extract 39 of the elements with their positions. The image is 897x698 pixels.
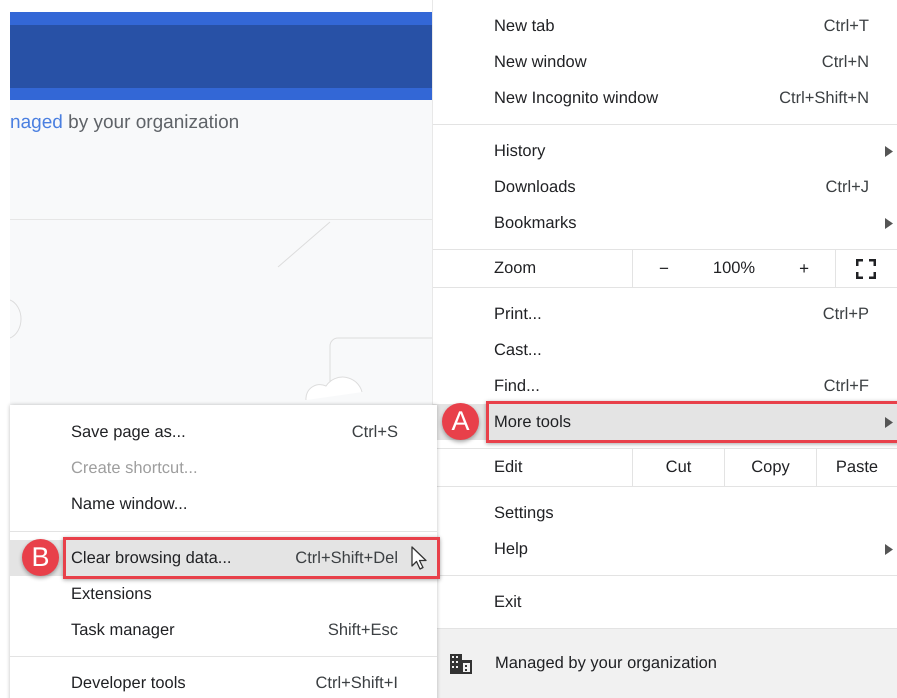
menu-item[interactable]: Cast... (433, 332, 897, 368)
menu-item[interactable]: A More tools (433, 404, 897, 440)
shortcut-text: Ctrl+T (824, 16, 869, 36)
shortcut-text: Ctrl+S (352, 422, 398, 442)
menu-item[interactable]: New Incognito window Ctrl+Shift+N (433, 80, 897, 116)
shortcut-text: Ctrl+Shift+I (315, 674, 398, 692)
edit-action-button[interactable]: Cut (633, 449, 725, 486)
callout-badge: B (22, 539, 59, 576)
submenu-arrow-icon (885, 146, 893, 157)
submenu-arrow-icon (885, 544, 893, 555)
menu-item[interactable]: History (433, 133, 897, 169)
menu-item[interactable]: New tab Ctrl+T (433, 8, 897, 44)
callout-badge: A (442, 403, 479, 440)
footer-text: Managed by your organization (495, 654, 717, 673)
managed-link[interactable]: naged (10, 112, 63, 133)
mouse-pointer-icon (411, 546, 428, 571)
edit-action-button[interactable]: Copy (725, 449, 817, 486)
menu-item[interactable]: Print... Ctrl+P (433, 296, 897, 332)
menu-label: Zoom (433, 250, 633, 287)
submenu-arrow-icon (885, 417, 893, 428)
menu-item[interactable]: Bookmarks (433, 205, 897, 241)
zoom-level-text: 100% (712, 259, 756, 278)
menu-item[interactable]: B Clear browsing data... Ctrl+Shift+Del (10, 540, 437, 576)
shortcut-text: Ctrl+P (822, 304, 869, 324)
menu-item[interactable]: New window Ctrl+N (433, 44, 897, 80)
shortcut-text: Ctrl+N (822, 52, 869, 72)
shortcut-text: Ctrl+Shift+N (779, 88, 869, 108)
shortcut-text: Ctrl+J (825, 178, 869, 196)
fullscreen-icon (856, 258, 876, 278)
menu-item[interactable]: Downloads Ctrl+J (433, 169, 897, 205)
shortcut-text: Shift+Esc (328, 620, 398, 640)
submenu-arrow-icon (885, 218, 893, 229)
building-icon (450, 654, 472, 674)
zoom-in-button[interactable]: + (791, 258, 817, 278)
shortcut-text: Ctrl+F (824, 376, 869, 396)
edit-action-button[interactable]: Paste (817, 449, 897, 486)
zoom-out-button[interactable]: − (650, 258, 677, 278)
menu-item[interactable]: Find... Ctrl+F (433, 368, 897, 404)
shortcut-text: Ctrl+Shift+Del (295, 548, 398, 568)
